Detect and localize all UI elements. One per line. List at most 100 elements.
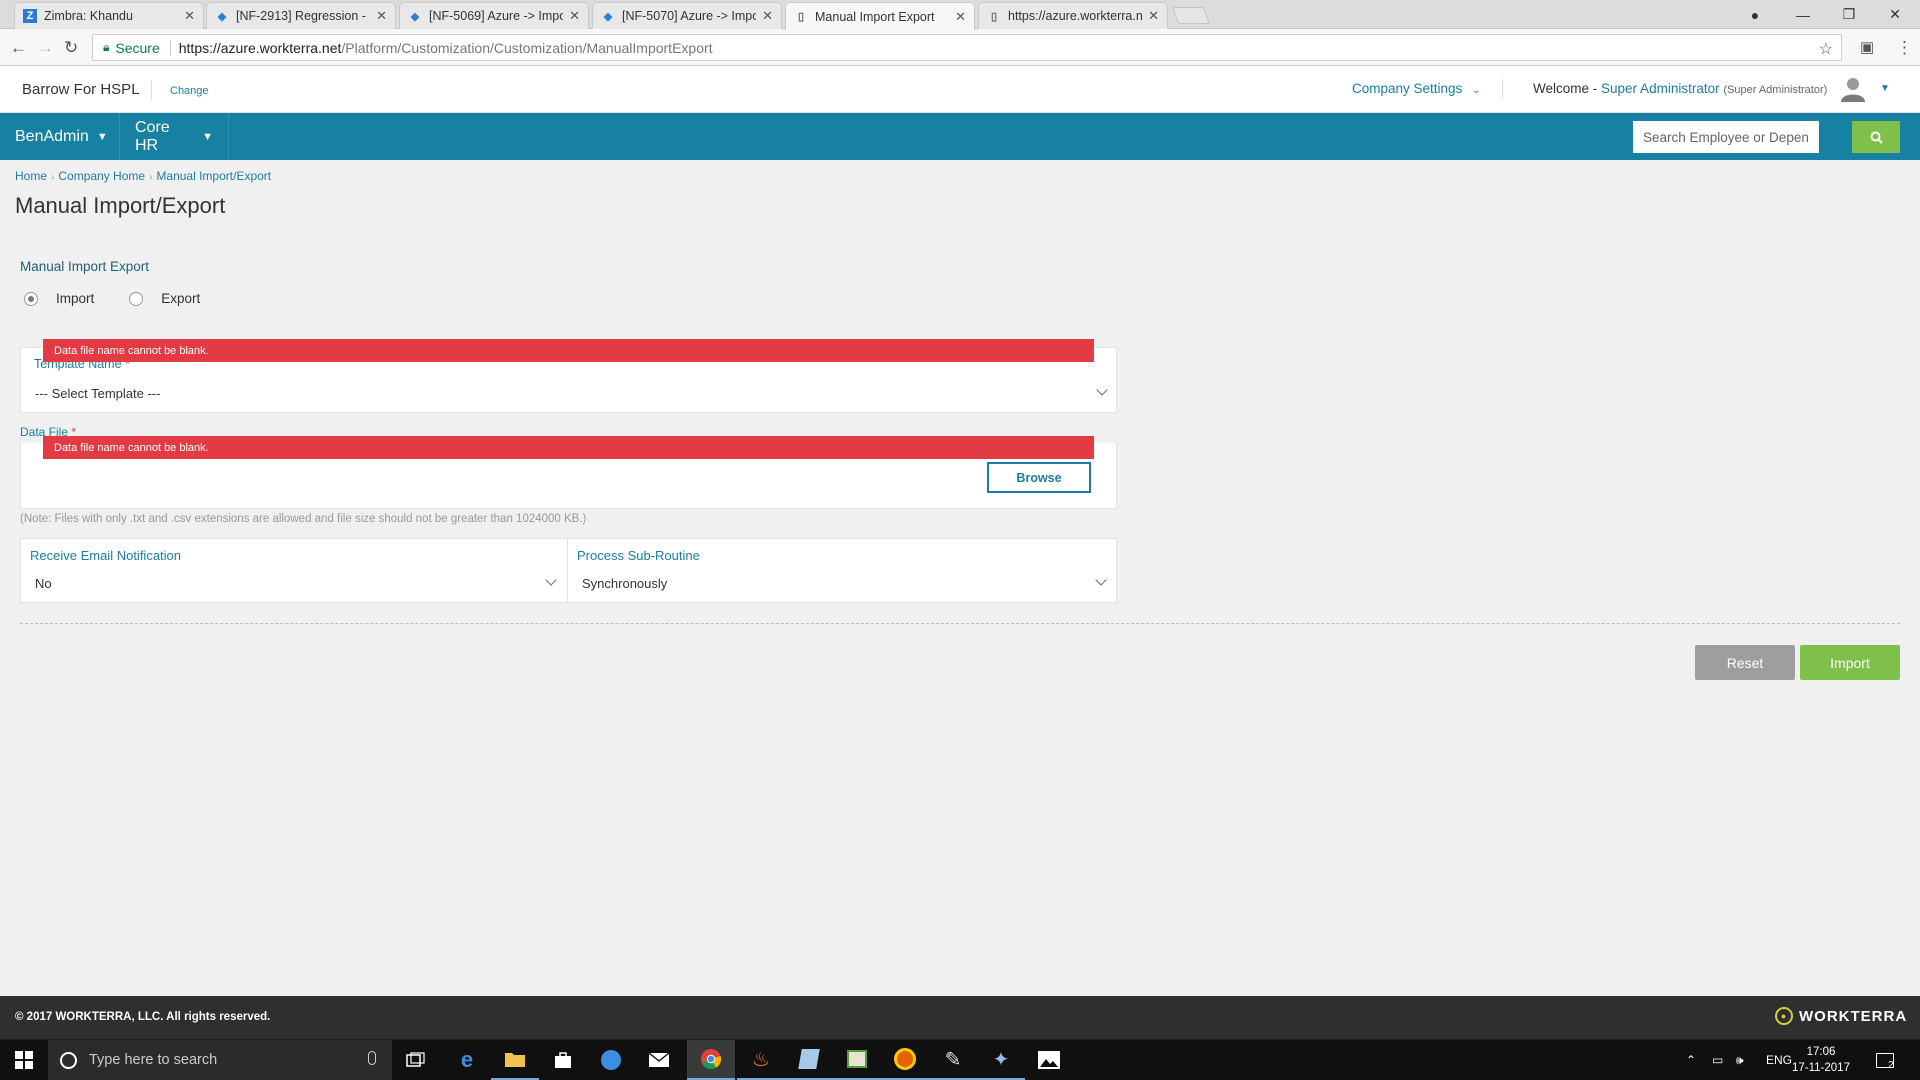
main-nav: BenAdmin ▼ Core HR ▼ bbox=[0, 113, 1920, 160]
breadcrumb-company-home[interactable]: Company Home bbox=[58, 169, 145, 183]
forward-icon[interactable]: → bbox=[37, 38, 54, 58]
email-notification-select[interactable]: Receive Email Notification No bbox=[20, 538, 568, 603]
process-subroutine-value[interactable]: Synchronously bbox=[582, 576, 667, 591]
browser-tab-azure-url[interactable]: ▯ https://azure.workterra.n ✕ bbox=[978, 2, 1168, 29]
clock-date: 17-11-2017 bbox=[1792, 1062, 1850, 1074]
chevron-down-icon[interactable] bbox=[1096, 384, 1108, 396]
tab-title: Zimbra: Khandu bbox=[44, 9, 133, 23]
minimize-icon[interactable]: — bbox=[1780, 0, 1826, 29]
change-company-link[interactable]: Change bbox=[170, 85, 209, 97]
search-icon bbox=[1870, 131, 1883, 144]
divider bbox=[151, 80, 152, 100]
email-notification-value[interactable]: No bbox=[35, 576, 52, 591]
avatar-icon[interactable] bbox=[1838, 74, 1868, 104]
address-bar: ← → ↻ 🔒︎ Secure https://azure.workterra.… bbox=[0, 29, 1920, 66]
close-tab-icon[interactable]: ✕ bbox=[762, 8, 773, 24]
import-radio-label[interactable]: Import bbox=[56, 291, 94, 306]
tool-app-icon[interactable]: ✦ bbox=[977, 1040, 1025, 1080]
company-settings-label: Company Settings bbox=[1352, 81, 1463, 96]
breadcrumb-home[interactable]: Home bbox=[15, 169, 47, 183]
browser-tab-nf-5069[interactable]: ◆ [NF-5069] Azure -> Impo ✕ bbox=[399, 2, 589, 29]
process-subroutine-select[interactable]: Process Sub-Routine Synchronously bbox=[567, 538, 1117, 603]
close-tab-icon[interactable]: ✕ bbox=[955, 9, 966, 25]
lock-icon: 🔒︎ bbox=[103, 40, 110, 54]
close-tab-icon[interactable]: ✕ bbox=[569, 8, 580, 24]
close-window-icon[interactable]: ✕ bbox=[1872, 0, 1918, 29]
email-notification-label: Receive Email Notification bbox=[30, 548, 182, 563]
flame-app-icon[interactable]: ♨ bbox=[737, 1040, 785, 1080]
browser-tab-manual-import-export[interactable]: ▯ Manual Import Export ✕ bbox=[785, 2, 975, 30]
clock-time: 17:06 bbox=[1806, 1046, 1836, 1058]
firefox-icon[interactable] bbox=[881, 1040, 929, 1080]
page-icon: ▯ bbox=[990, 10, 998, 23]
start-button[interactable] bbox=[0, 1040, 48, 1080]
chevron-down-icon: ▼ bbox=[202, 130, 213, 143]
nav-core-hr[interactable]: Core HR ▼ bbox=[120, 113, 229, 160]
back-icon[interactable]: ← bbox=[10, 38, 27, 58]
template-select-value[interactable]: --- Select Template --- bbox=[35, 386, 160, 401]
close-tab-icon[interactable]: ✕ bbox=[376, 8, 387, 24]
reload-icon[interactable]: ↻ bbox=[64, 38, 78, 58]
chevron-down-icon[interactable] bbox=[545, 574, 557, 586]
export-radio-label[interactable]: Export bbox=[161, 291, 200, 306]
photos-icon[interactable] bbox=[1025, 1040, 1073, 1080]
breadcrumb-current[interactable]: Manual Import/Export bbox=[156, 169, 271, 183]
chevron-down-icon: ▼ bbox=[96, 130, 108, 143]
company-settings-menu[interactable]: Company Settings ⌄ bbox=[1352, 81, 1480, 96]
spreadsheet-app-icon[interactable] bbox=[833, 1040, 881, 1080]
breadcrumb-separator: › bbox=[51, 172, 55, 183]
page-footer: © 2017 WORKTERRA, LLC. All rights reserv… bbox=[0, 996, 1920, 1039]
chrome-icon[interactable] bbox=[687, 1040, 735, 1080]
menu-icon[interactable]: ⋮ bbox=[1896, 38, 1913, 58]
chevron-down-icon[interactable] bbox=[1095, 574, 1107, 586]
browser-tab-nf-5070[interactable]: ◆ [NF-5070] Azure -> Impo ✕ bbox=[592, 2, 782, 29]
user-name-link[interactable]: Super Administrator bbox=[1601, 81, 1720, 96]
tab-title: [NF-5069] Azure -> Impo bbox=[429, 9, 564, 23]
employee-search-input[interactable] bbox=[1633, 121, 1819, 153]
chevron-down-icon[interactable]: ▼ bbox=[1880, 83, 1890, 94]
taskbar-search[interactable]: Type here to search bbox=[48, 1040, 392, 1080]
import-radio[interactable] bbox=[24, 291, 38, 306]
tray-chevron-icon[interactable]: ⌃ bbox=[1686, 1040, 1696, 1080]
search-button[interactable] bbox=[1852, 121, 1900, 153]
url-field[interactable]: 🔒︎ Secure https://azure.workterra.net/Pl… bbox=[92, 34, 1842, 61]
jira-icon: ◆ bbox=[217, 10, 227, 23]
network-icon[interactable]: ▭ bbox=[1712, 1040, 1723, 1080]
notes-app-icon[interactable] bbox=[785, 1040, 833, 1080]
file-explorer-icon[interactable] bbox=[491, 1040, 539, 1080]
nav-label: BenAdmin bbox=[15, 127, 89, 145]
restore-icon[interactable]: ❐ bbox=[1826, 0, 1872, 29]
edge-icon[interactable]: e bbox=[443, 1040, 491, 1080]
system-clock[interactable]: 17:06 17-11-2017 bbox=[1786, 1044, 1856, 1076]
reset-button[interactable]: Reset bbox=[1695, 645, 1795, 680]
bookmark-star-icon[interactable]: ☆ bbox=[1819, 39, 1833, 59]
mode-radio-group: Import Export bbox=[24, 291, 200, 306]
logo-text: WORKTERRA bbox=[1799, 1007, 1908, 1025]
taskbar-search-placeholder: Type here to search bbox=[89, 1052, 218, 1068]
browser-app-icon[interactable] bbox=[587, 1040, 635, 1080]
nav-benadmin[interactable]: BenAdmin ▼ bbox=[0, 113, 120, 160]
export-radio[interactable] bbox=[129, 291, 144, 306]
store-icon[interactable] bbox=[539, 1040, 587, 1080]
cortana-icon bbox=[60, 1051, 77, 1069]
volume-icon[interactable]: 🕪︎ bbox=[1736, 1040, 1744, 1080]
browser-tab-bar: Z Zimbra: Khandu ✕ ◆ [NF-2913] Regressio… bbox=[0, 0, 1920, 30]
profile-icon[interactable]: ● bbox=[1732, 0, 1778, 29]
nav-label: Core HR bbox=[135, 118, 170, 154]
task-view-icon[interactable] bbox=[392, 1040, 440, 1080]
import-button[interactable]: Import bbox=[1800, 645, 1900, 680]
close-tab-icon[interactable]: ✕ bbox=[1148, 8, 1159, 24]
mail-icon[interactable] bbox=[635, 1040, 683, 1080]
paint-app-icon[interactable]: ✎ bbox=[929, 1040, 977, 1080]
windows-taskbar: Type here to search e ♨ ✎ ✦ ⌃ ▭ 🕪︎ ENG 1… bbox=[0, 1040, 1920, 1080]
microphone-icon[interactable] bbox=[368, 1051, 376, 1065]
action-center-icon[interactable]: 2 bbox=[1876, 1040, 1900, 1080]
extension-icon[interactable]: ▣ bbox=[1860, 38, 1874, 56]
copyright-text: © 2017 WORKTERRA, LLC. All rights reserv… bbox=[15, 1011, 271, 1023]
browse-button[interactable]: Browse bbox=[987, 462, 1091, 493]
new-tab-button[interactable] bbox=[1171, 7, 1211, 24]
browser-tab-nf-2913[interactable]: ◆ [NF-2913] Regression - U ✕ bbox=[206, 2, 396, 29]
browser-tab-zimbra[interactable]: Z Zimbra: Khandu ✕ bbox=[14, 2, 204, 29]
error-tooltip-data-file: Data file name cannot be blank. bbox=[43, 436, 1094, 459]
close-tab-icon[interactable]: ✕ bbox=[184, 8, 195, 24]
